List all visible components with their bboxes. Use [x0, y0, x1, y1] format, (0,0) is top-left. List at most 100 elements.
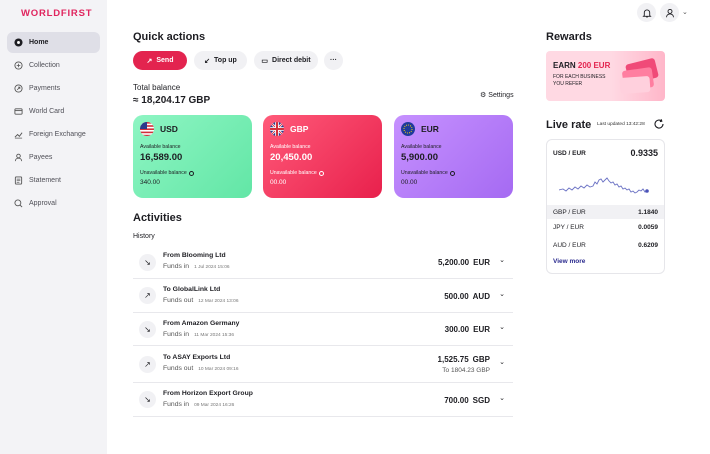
arrow-up-right-icon: ↗ [146, 57, 153, 65]
activity-title: From Blooming Ltd [163, 252, 226, 259]
direct-debit-button[interactable]: ▭ Direct debit [254, 51, 318, 70]
activity-row[interactable]: ↘ From Blooming Ltd Funds in 1 Jul 2024 1… [133, 245, 513, 279]
activity-type: Funds in [163, 331, 190, 338]
chevron-down-icon[interactable]: ⌄ [499, 290, 505, 298]
more-actions-button[interactable]: ··· [324, 51, 343, 70]
activity-type: Funds out [163, 365, 194, 372]
top-up-label: Top up [214, 57, 237, 64]
refresh-icon[interactable] [653, 118, 665, 130]
payments-icon [14, 84, 23, 93]
currency-code: EUR [421, 124, 439, 134]
available-balance-label: Available balance [270, 144, 311, 150]
sidebar-item-label: Payments [29, 85, 61, 92]
brand-logo[interactable]: WORLDFIRST [21, 8, 92, 19]
rate-row-aud-eur[interactable]: AUD / EUR 0.6209 [547, 238, 664, 252]
balance-settings-link[interactable]: ⚙ Settings [480, 91, 514, 100]
promo-card-illustration [619, 58, 659, 94]
unavailable-balance-value: 00.00 [270, 179, 287, 186]
total-balance-label: Total balance [133, 83, 181, 92]
gear-icon: ⚙ [480, 92, 487, 99]
activity-currency: GBP [472, 355, 490, 364]
rate-pair: USD / EUR [553, 150, 586, 157]
home-icon [14, 38, 23, 47]
activity-currency: SGD [472, 396, 490, 405]
currency-card-gbp[interactable]: GBP Available balance 20,450.00 Unavaila… [263, 115, 382, 198]
activity-row[interactable]: ↗ To GlobalLink Ltd Funds out 12 Mar 2024… [133, 279, 513, 313]
activity-amount: 500.00 [444, 292, 469, 301]
rate-row-value: 0.6209 [638, 241, 658, 249]
funds-out-arrow-icon: ↗ [139, 287, 156, 304]
available-balance-value: 5,900.00 [401, 152, 438, 163]
activity-amount: 700.00 [444, 396, 469, 405]
chevron-down-icon[interactable]: ⌄ [499, 323, 505, 331]
info-icon[interactable] [188, 170, 194, 176]
sidebar-item-statement[interactable]: Statement [7, 170, 100, 191]
funds-out-arrow-icon: ↗ [139, 356, 156, 373]
settings-label: Settings [488, 91, 514, 99]
sidebar-item-collection[interactable]: Collection [7, 55, 100, 76]
sidebar-item-foreign-exchange[interactable]: Foreign Exchange [7, 124, 100, 145]
sidebar-item-payments[interactable]: Payments [7, 78, 100, 99]
top-up-button[interactable]: ↙ Top up [194, 51, 247, 70]
activity-title: To ASAY Exports Ltd [163, 354, 231, 361]
last-updated-text: Last updated 13:42:28 [597, 122, 645, 127]
rewards-promo-banner[interactable]: EARN 200 EUR FOR EACH BUSINESS YOU REFER [546, 51, 665, 101]
chevron-down-icon[interactable]: ⌄ [499, 394, 505, 402]
chevron-down-icon[interactable]: ⌄ [499, 256, 505, 264]
sidebar-item-label: Foreign Exchange [29, 131, 86, 138]
activity-row[interactable]: ↘ From Amazon Germany Funds in 11 Mar 202… [133, 313, 513, 346]
rate-row-value: 0.0059 [638, 223, 658, 231]
user-avatar-icon[interactable] [660, 3, 679, 22]
sidebar-item-label: Home [29, 39, 49, 46]
sidebar-item-home[interactable]: Home [7, 32, 100, 53]
sidebar: WORLDFIRST Home Collection Payments Worl… [0, 0, 107, 454]
sidebar-item-payees[interactable]: Payees [7, 147, 100, 168]
available-balance-value: 16,589.00 [140, 152, 183, 163]
rate-row-jpy-eur[interactable]: JPY / EUR 0.0059 [547, 220, 664, 234]
activity-amount: 5,200.00 [437, 258, 470, 267]
rate-sparkline-chart [559, 177, 649, 194]
funds-in-arrow-icon: ↘ [139, 254, 156, 271]
activity-row[interactable]: ↗ To ASAY Exports Ltd Funds out 10 Mar 20… [133, 346, 513, 383]
total-balance-value: ≈ 18,204.17 GBP [133, 95, 211, 106]
info-icon[interactable] [449, 170, 455, 176]
unavailable-balance-label: Unavailable balance [401, 170, 448, 176]
activity-currency: EUR [473, 325, 490, 334]
rate-row-pair: AUD / EUR [553, 241, 586, 249]
rate-row-gbp-eur[interactable]: GBP / EUR 1.1840 [547, 205, 664, 219]
sidebar-item-label: Approval [29, 200, 57, 207]
sidebar-item-label: World Card [29, 108, 65, 115]
currency-card-usd[interactable]: USD Available balance 16,589.00 Unavaila… [133, 115, 252, 198]
view-more-link[interactable]: View more [553, 258, 585, 265]
sidebar-item-approval[interactable]: Approval [7, 193, 100, 214]
activity-currency: AUD [472, 292, 490, 301]
activity-amount: 1,525.75 [437, 355, 469, 364]
sidebar-item-label: Statement [29, 177, 61, 184]
send-button[interactable]: ↗ Send [133, 51, 187, 70]
promo-subtext: FOR EACH BUSINESS YOU REFER [553, 74, 606, 87]
promo-headline: EARN 200 EUR [553, 61, 610, 70]
activity-currency: EUR [473, 258, 490, 267]
unavailable-balance-label: Unavailable balance [140, 170, 187, 176]
currency-code: GBP [290, 124, 309, 134]
card-icon: ▭ [261, 57, 269, 65]
promo-headline-amount: 200 EUR [577, 61, 611, 70]
currency-card-eur[interactable]: EUR Available balance 5,900.00 Unavailab… [394, 115, 513, 198]
chevron-down-icon[interactable]: ⌄ [499, 358, 505, 366]
available-balance-label: Available balance [401, 144, 442, 150]
currency-code: USD [160, 124, 178, 134]
quick-actions-title: Quick actions [133, 31, 206, 43]
account-menu-chevron-down-icon[interactable]: ⌄ [682, 8, 688, 16]
history-label: History [133, 233, 155, 240]
activity-date: 12 Mar 2024 13:06 [198, 299, 239, 304]
live-rate-title: Live rate [546, 119, 592, 131]
live-rate-panel: USD / EUR 0.9335 GBP / EUR 1.1840 JPY / E… [546, 139, 665, 274]
notification-bell-icon[interactable] [637, 3, 656, 22]
activity-row[interactable]: ↘ From Horizon Export Group Funds in 09 M… [133, 383, 513, 417]
info-icon[interactable] [318, 170, 324, 176]
sidebar-item-label: Collection [29, 62, 60, 69]
activity-type: Funds in [163, 401, 190, 408]
rate-value: 0.9335 [630, 148, 658, 158]
activity-secondary-amount: To 1804.23 GBP [442, 367, 490, 374]
sidebar-item-world-card[interactable]: World Card [7, 101, 100, 122]
